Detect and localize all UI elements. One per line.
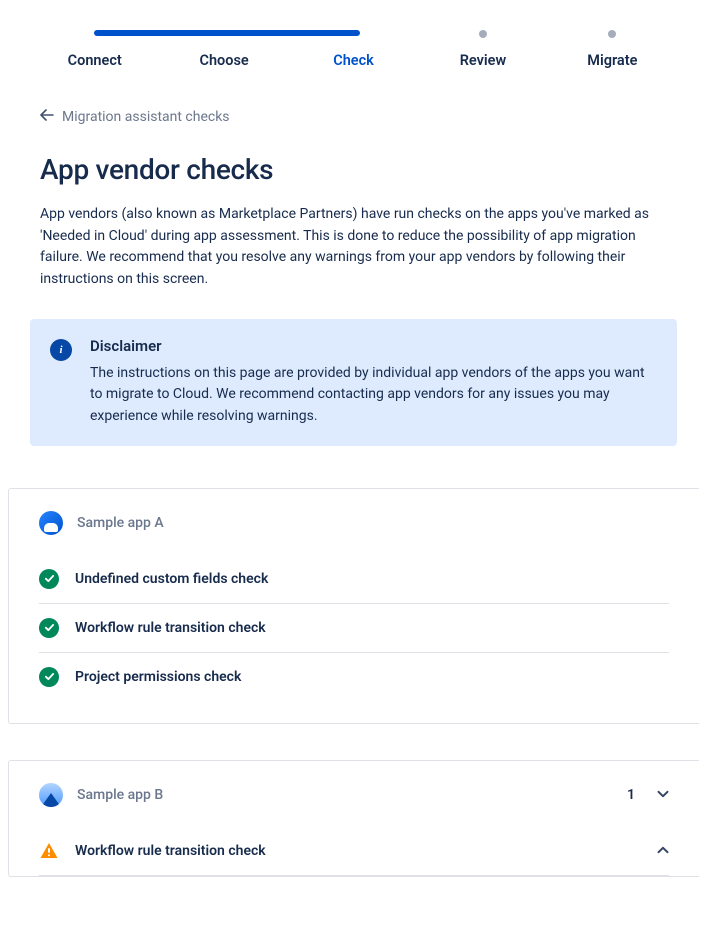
step-dot-icon (479, 30, 487, 38)
step-connect[interactable]: Connect (30, 28, 159, 69)
check-label: Workflow rule transition check (75, 843, 641, 859)
check-label: Undefined custom fields check (75, 571, 669, 587)
app-card: Sample app A Undefined custom fields che… (8, 488, 699, 724)
stepper: Connect Choose Check Review Migrate (0, 0, 707, 79)
step-dot-icon (608, 30, 616, 38)
disclaimer-panel: i Disclaimer The instructions on this pa… (30, 319, 677, 446)
app-card-header[interactable]: Sample app A (39, 511, 669, 555)
step-check[interactable]: Check (289, 28, 418, 69)
app-name: Sample app B (77, 787, 613, 803)
app-avatar-icon (39, 511, 63, 535)
step-label: Migrate (548, 52, 677, 69)
step-choose[interactable]: Choose (159, 28, 288, 69)
app-name: Sample app A (77, 515, 669, 531)
step-label: Connect (30, 52, 159, 69)
info-icon: i (50, 339, 72, 361)
page-title: App vendor checks (40, 153, 667, 186)
check-success-icon (39, 618, 59, 638)
warning-icon (39, 841, 59, 861)
back-link-label: Migration assistant checks (62, 109, 230, 125)
check-row[interactable]: Workflow rule transition check (39, 827, 669, 876)
check-success-icon (39, 569, 59, 589)
chevron-up-icon[interactable] (657, 844, 669, 857)
check-label: Project permissions check (75, 669, 669, 685)
warning-count: 1 (627, 787, 635, 803)
step-label: Check (289, 52, 418, 69)
disclaimer-body: The instructions on this page are provid… (90, 363, 657, 428)
check-row[interactable]: Undefined custom fields check (39, 555, 669, 604)
page-description: App vendors (also known as Marketplace P… (40, 204, 667, 291)
check-success-icon (39, 667, 59, 687)
step-review: Review (418, 28, 547, 69)
check-row[interactable]: Project permissions check (39, 653, 669, 701)
app-card-header[interactable]: Sample app B 1 (39, 783, 669, 827)
check-row[interactable]: Workflow rule transition check (39, 604, 669, 653)
app-avatar-icon (39, 783, 63, 807)
app-card: Sample app B 1 Workflow rule transition … (8, 760, 699, 877)
disclaimer-title: Disclaimer (90, 337, 657, 355)
step-label: Review (418, 52, 547, 69)
chevron-down-icon[interactable] (657, 788, 669, 801)
arrow-left-icon (40, 109, 54, 125)
step-label: Choose (159, 52, 288, 69)
back-link[interactable]: Migration assistant checks (40, 109, 667, 125)
step-migrate: Migrate (548, 28, 677, 69)
check-label: Workflow rule transition check (75, 620, 669, 636)
